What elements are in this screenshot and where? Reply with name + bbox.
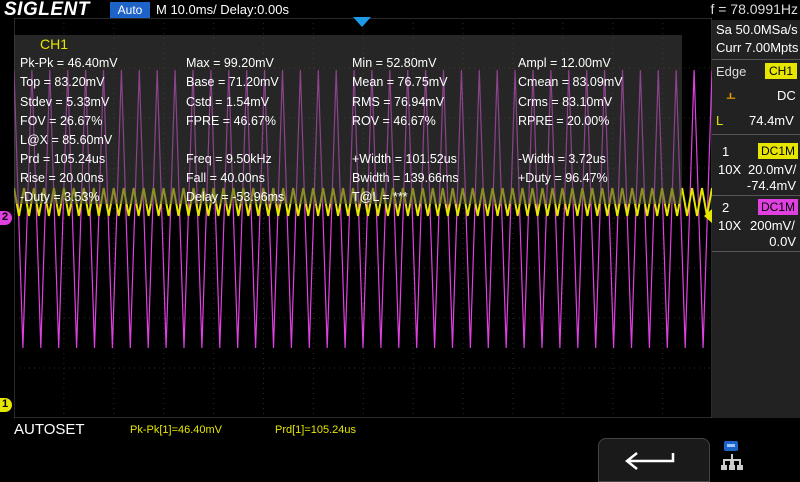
ch1-trigger-level-marker[interactable] (704, 209, 712, 223)
memory-depth: Curr 7.00Mpts (716, 40, 799, 55)
ch1-number: 1 (722, 144, 730, 159)
measurement-value: +Width = 101.52us (352, 152, 457, 166)
ch1-offset: -74.4mV (746, 178, 796, 193)
measurement-value: Min = 52.80mV (352, 56, 437, 70)
measurement-value: Max = 99.20mV (186, 56, 274, 70)
ch2-level-marker[interactable]: 2 (0, 211, 12, 225)
measurement-value: Mean = 76.75mV (352, 75, 448, 89)
measurement-value: Prd = 105.24us (20, 152, 106, 166)
ch2-scale: 200mV/ (750, 218, 795, 233)
frequency-readout: f = 78.0991Hz (710, 1, 798, 17)
measurement-value: Crms = 83.10mV (518, 95, 613, 109)
ch1-coupling-badge: DC1M (758, 143, 798, 159)
ch2-marker-label: 2 (2, 211, 9, 223)
measurement-value: Ampl = 12.00mV (518, 56, 611, 70)
rising-edge-icon: ⫠ (726, 86, 736, 103)
measurement-value: RMS = 76.94mV (352, 95, 445, 109)
measurement-value: Pk-Pk = 46.40mV (20, 56, 118, 70)
measurement-value: FOV = 26.67% (20, 114, 103, 128)
trigger-coupling[interactable]: DC (777, 88, 796, 103)
measurement-value: Cstd = 1.54mV (186, 95, 270, 109)
measurement-value: RPRE = 20.00% (518, 114, 610, 128)
trigger-type[interactable]: Edge (716, 64, 746, 79)
measurement-channel-title: CH1 (40, 36, 69, 52)
ch1-marker-label: 1 (2, 398, 9, 410)
timebase-readout[interactable]: M 10.0ms/ Delay:0.00s (156, 2, 289, 17)
trigger-position-marker[interactable] (353, 17, 371, 27)
measurement-value: Fall = 40.00ns (186, 171, 265, 185)
network-icon (721, 441, 743, 470)
back-arrow-icon (624, 452, 675, 470)
ch1-scale: 20.0mV/ (748, 162, 797, 177)
measurement-value: ROV = 46.67% (352, 114, 436, 128)
measurement-value: Freq = 9.50kHz (186, 152, 272, 166)
ch2-offset: 0.0V (769, 234, 796, 249)
divider (712, 59, 800, 60)
measurement-value: FPRE = 46.67% (186, 114, 276, 128)
divider (712, 195, 800, 196)
measurement-value: L@X = 85.60mV (20, 133, 113, 147)
autoset-label: AUTOSET (14, 421, 85, 438)
measurement-value: T@L = *** (352, 190, 408, 204)
measurement-value: Bwidth = 139.66ms (352, 171, 459, 185)
measurement-value: +Duty = 96.47% (518, 171, 608, 185)
measurement-value: Base = 71.20mV (186, 75, 279, 89)
measurement-value: Stdev = 5.33mV (20, 95, 110, 109)
ch2-coupling-badge: DC1M (758, 199, 798, 215)
divider (712, 134, 800, 135)
bottom-measurement-pkpk: Pk-Pk[1]=46.40mV (130, 424, 223, 436)
measurement-value: Cmean = 83.09mV (518, 75, 623, 89)
trigger-mode-badge[interactable]: Auto (110, 2, 150, 18)
measurement-value: -Duty = 3.53% (20, 190, 100, 204)
trigger-level-label: L (716, 113, 724, 128)
measurement-value: Rise = 20.00ns (20, 171, 104, 185)
sample-rate: Sa 50.0MSa/s (716, 22, 798, 37)
network-status[interactable] (716, 438, 800, 480)
measurement-value: Top = 83.20mV (20, 75, 105, 89)
divider (712, 251, 800, 252)
trigger-source-badge[interactable]: CH1 (765, 63, 797, 79)
ch1-level-marker[interactable]: 1 (0, 398, 12, 412)
bottom-measurement-period: Prd[1]=105.24us (275, 424, 357, 436)
measurement-value: Delay = -53.96ms (186, 190, 285, 204)
trigger-level[interactable]: 74.4mV (749, 113, 794, 128)
ch2-number: 2 (722, 200, 730, 215)
measurement-value: -Width = 3.72us (518, 152, 606, 166)
back-button[interactable] (598, 438, 710, 482)
ch1-probe: 10X (718, 162, 742, 177)
ch2-probe: 10X (718, 218, 742, 233)
